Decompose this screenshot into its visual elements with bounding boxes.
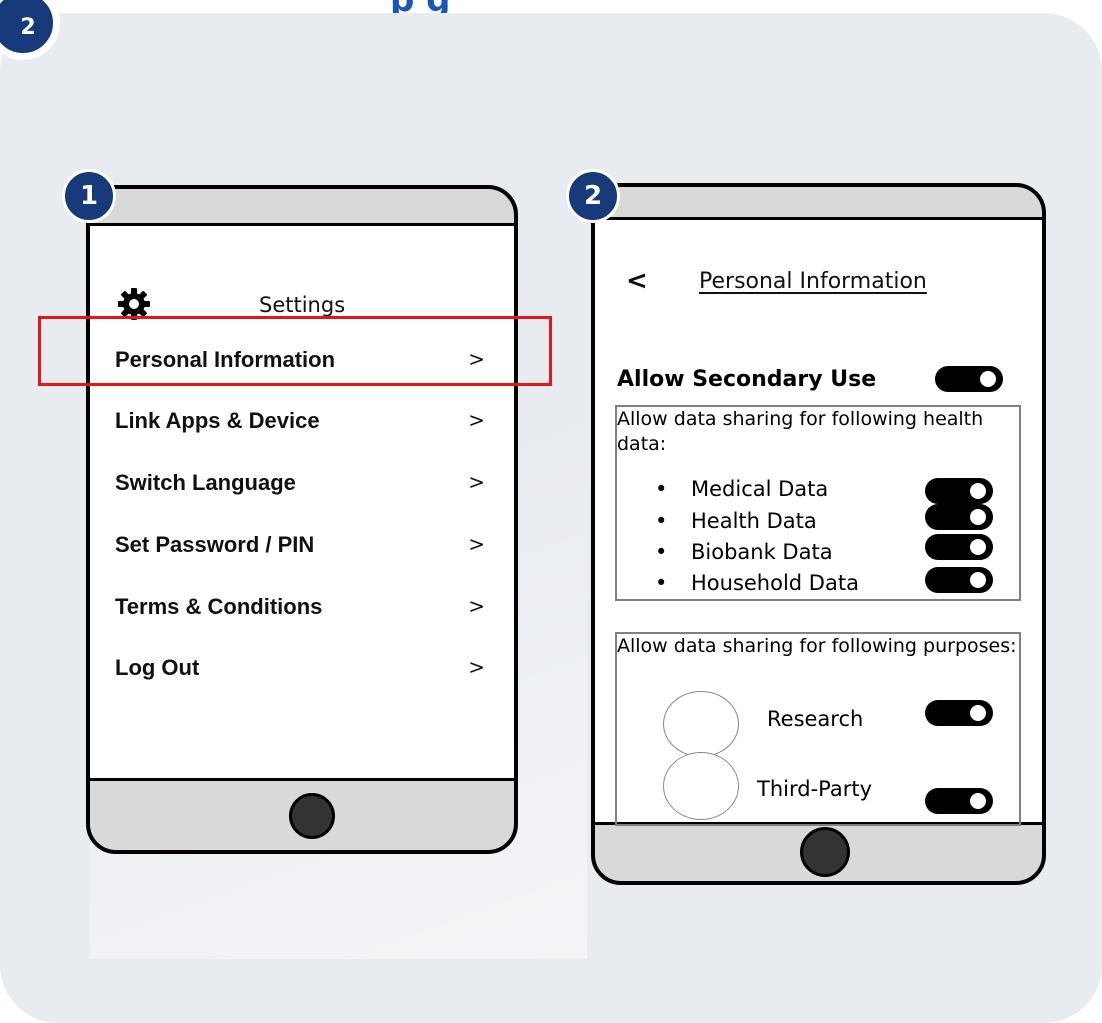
chevron-right-icon: > [468, 408, 485, 432]
home-button[interactable] [800, 827, 850, 877]
settings-title: Settings [259, 293, 346, 317]
bullet-dot: • [655, 571, 668, 595]
bullet-health-data: • Health Data [655, 509, 817, 533]
third-party-toggle[interactable] [925, 788, 993, 814]
health-box-heading: Allow data sharing for following health … [617, 408, 984, 455]
bullet-label: Medical Data [691, 477, 829, 501]
menu-item-link-apps[interactable]: Link Apps & Device > [115, 408, 485, 438]
chevron-right-icon: > [468, 655, 485, 679]
step-badge-2: 2 [566, 169, 620, 223]
menu-item-label: Terms & Conditions [115, 594, 323, 619]
step-badge-1: 1 [62, 169, 116, 223]
research-toggle[interactable] [925, 700, 993, 726]
personal-info-screen: < Personal Information Allow Secondary U… [595, 217, 1042, 826]
menu-item-label: Switch Language [115, 470, 296, 495]
bullet-dot: • [655, 509, 668, 533]
purpose-box: Allow data sharing for following purpose… [615, 632, 1021, 826]
bullet-label: Biobank Data [691, 540, 833, 564]
menu-item-switch-language[interactable]: Switch Language > [115, 470, 485, 500]
health-data-toggle[interactable] [925, 504, 993, 530]
bullet-dot: • [655, 540, 668, 564]
menu-item-label: Set Password / PIN [115, 532, 315, 557]
chevron-right-icon: > [468, 470, 485, 494]
household-data-toggle[interactable] [925, 567, 993, 593]
home-button[interactable] [289, 793, 335, 839]
menu-item-log-out[interactable]: Log Out > [115, 655, 485, 685]
chevron-right-icon: > [468, 594, 485, 618]
bullet-label: Household Data [691, 571, 859, 595]
health-data-box: Allow data sharing for following health … [615, 405, 1021, 601]
highlight-box [38, 316, 552, 386]
research-radio[interactable] [663, 691, 739, 757]
secondary-use-label: Allow Secondary Use [617, 367, 877, 392]
bullet-biobank-data: • Biobank Data [655, 540, 833, 564]
menu-item-set-password[interactable]: Set Password / PIN > [115, 532, 485, 562]
bullet-label: Health Data [691, 509, 817, 533]
back-button[interactable]: < [626, 266, 648, 296]
menu-item-label: Log Out [115, 655, 200, 680]
personal-info-title: Personal Information [699, 269, 927, 294]
secondary-use-toggle[interactable] [935, 366, 1003, 392]
purpose-box-heading: Allow data sharing for following purpose… [617, 635, 1017, 657]
bullet-medical-data: • Medical Data [655, 477, 828, 501]
third-party-label: Third-Party [757, 777, 873, 801]
biobank-data-toggle[interactable] [925, 534, 993, 560]
third-party-radio[interactable] [663, 752, 739, 820]
chevron-right-icon: > [468, 532, 485, 556]
settings-screen: Settings Personal Information > Link App… [90, 223, 514, 781]
research-label: Research [767, 707, 864, 731]
bullet-dot: • [655, 477, 668, 501]
personal-info-phone: < Personal Information Allow Secondary U… [591, 183, 1046, 885]
menu-item-terms[interactable]: Terms & Conditions > [115, 594, 485, 624]
bullet-household-data: • Household Data [655, 571, 859, 595]
settings-phone: Settings Personal Information > Link App… [86, 185, 518, 854]
menu-item-label: Link Apps & Device [115, 408, 320, 433]
medical-data-toggle[interactable] [925, 478, 993, 504]
